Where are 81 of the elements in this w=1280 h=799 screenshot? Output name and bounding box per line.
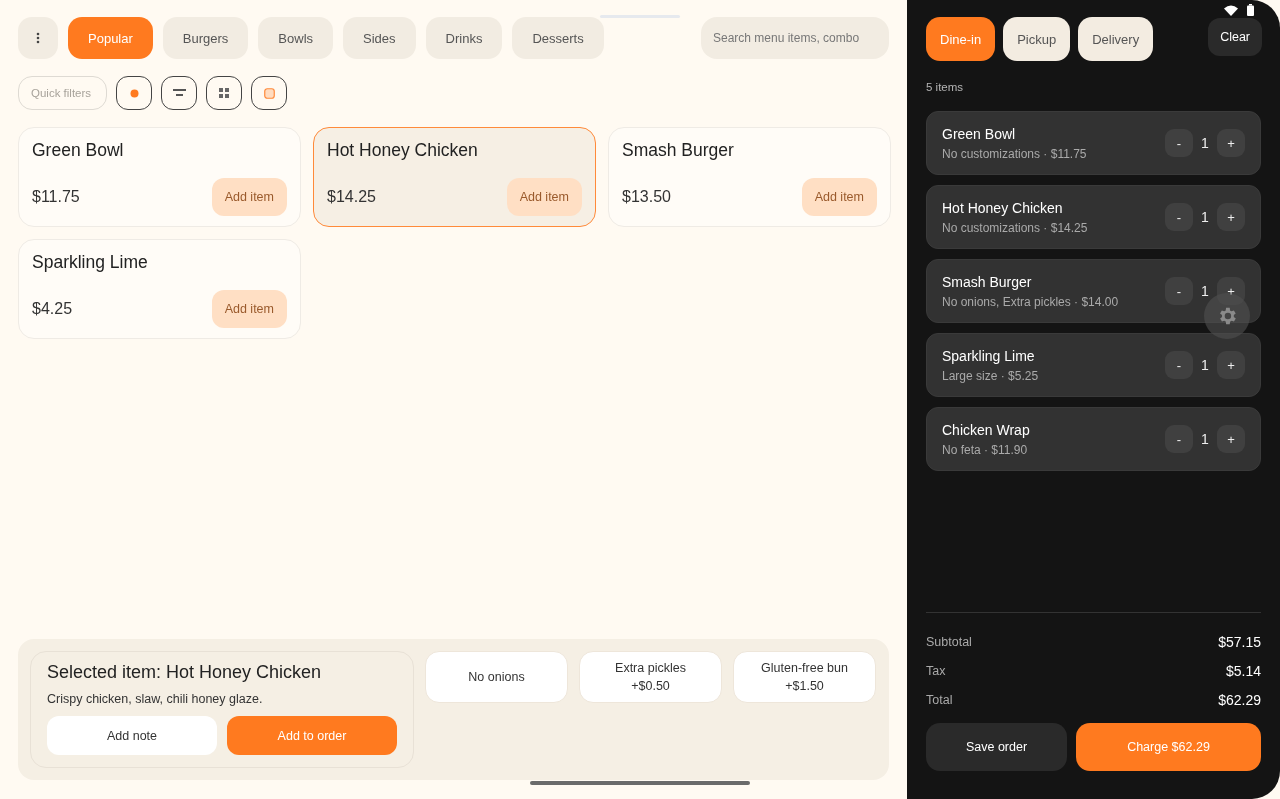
line-item-name: Hot Honey Chicken xyxy=(942,199,1064,216)
line-item-detail: Large size · $5.25 xyxy=(942,368,1040,383)
decrease-button[interactable]: - xyxy=(1165,425,1193,453)
line-item-name: Chicken Wrap xyxy=(942,421,1031,438)
dot-icon xyxy=(129,88,139,98)
increase-button[interactable]: + xyxy=(1217,129,1245,157)
search-field[interactable]: Search menu items, combo xyxy=(701,17,889,59)
category-tab[interactable]: Sides xyxy=(343,17,416,59)
category-tab[interactable]: Burgers xyxy=(162,17,249,59)
add-item-button[interactable]: Add item xyxy=(211,290,287,328)
line-item-detail: No customizations · $14.25 xyxy=(942,220,1089,235)
add-item-button[interactable]: Add item xyxy=(506,178,582,216)
increase-button[interactable]: + xyxy=(1217,203,1245,231)
category-tab[interactable]: Desserts xyxy=(512,17,604,59)
line-item-detail: No onions, Extra pickles · $14.00 xyxy=(942,294,1120,309)
option-button[interactable]: Gluten-free bun +$1.50 xyxy=(733,651,876,703)
filter-button[interactable] xyxy=(161,76,197,110)
total-value: $62.29 xyxy=(1218,691,1261,708)
selected-item-title: Selected item: Hot Honey Chicken xyxy=(47,662,323,683)
menu-item-card[interactable]: Green Bowl $11.75 Add item xyxy=(18,127,301,227)
increase-button[interactable]: + xyxy=(1217,425,1245,453)
order-line-card[interactable]: Green Bowl No customizations · $11.75 - 1 + xyxy=(926,111,1261,175)
option-button[interactable]: No onions xyxy=(425,651,568,703)
item-name: Smash Burger xyxy=(622,140,735,161)
quick-filters-field[interactable]: Quick filters xyxy=(18,76,107,110)
add-item-button[interactable]: Add item xyxy=(211,178,287,216)
menu-item-card[interactable]: Hot Honey Chicken $14.25 Add item xyxy=(313,127,596,227)
increase-button[interactable]: + xyxy=(1217,351,1245,379)
order-line-card[interactable]: Sparkling Lime Large size · $5.25 - 1 + xyxy=(926,333,1261,397)
item-name: Hot Honey Chicken xyxy=(327,140,479,161)
filter-button[interactable] xyxy=(206,76,242,110)
item-price: $4.25 xyxy=(32,300,73,318)
lines-icon xyxy=(172,89,186,97)
increase-button[interactable]: + xyxy=(1217,277,1245,305)
item-price: $13.50 xyxy=(622,188,671,206)
item-price: $14.25 xyxy=(327,188,376,206)
clear-button[interactable]: Clear xyxy=(1208,18,1262,56)
decrease-button[interactable]: - xyxy=(1165,277,1193,305)
quantity: 1 xyxy=(1200,209,1210,225)
grid-icon xyxy=(219,88,229,98)
more-icon xyxy=(36,32,40,44)
category-tab[interactable]: Bowls xyxy=(258,17,334,59)
quantity: 1 xyxy=(1200,283,1210,299)
line-item-detail: No customizations · $11.75 xyxy=(942,146,1088,161)
filter-button[interactable] xyxy=(116,76,152,110)
category-tab[interactable]: Drinks xyxy=(425,17,503,59)
total-value: $5.14 xyxy=(1225,662,1261,679)
decrease-button[interactable]: - xyxy=(1165,351,1193,379)
item-name: Sparkling Lime xyxy=(32,252,149,273)
add-item-button[interactable]: Add item xyxy=(801,178,877,216)
total-label: Total xyxy=(926,692,953,707)
save-order-button[interactable]: Save order xyxy=(926,723,1067,771)
quantity: 1 xyxy=(1200,431,1210,447)
quantity: 1 xyxy=(1200,135,1210,151)
total-label: Tax xyxy=(926,663,946,678)
square-icon xyxy=(263,87,275,99)
item-name: Green Bowl xyxy=(32,140,125,161)
order-mode-tab[interactable]: Pickup xyxy=(1003,17,1071,61)
total-label: Subtotal xyxy=(926,634,972,649)
order-line-card[interactable]: Chicken Wrap No feta · $11.90 - 1 + xyxy=(926,407,1261,471)
item-description: Crispy chicken, slaw, chili honey glaze. xyxy=(47,692,264,706)
item-count: 5 items xyxy=(926,81,965,93)
decrease-button[interactable]: - xyxy=(1165,129,1193,157)
total-value: $57.15 xyxy=(1218,633,1261,650)
line-item-name: Sparkling Lime xyxy=(942,347,1036,364)
order-line-card[interactable]: Smash Burger No onions, Extra pickles · $14.00 - 1 + xyxy=(926,259,1261,323)
decrease-button[interactable]: - xyxy=(1165,203,1193,231)
line-item-name: Smash Burger xyxy=(942,273,1033,290)
order-line-card[interactable]: Hot Honey Chicken No customizations · $14.25 - 1 + xyxy=(926,185,1261,249)
menu-item-card[interactable]: Smash Burger $13.50 Add item xyxy=(608,127,891,227)
item-price: $11.75 xyxy=(32,188,80,206)
add-note-button[interactable]: Add note xyxy=(47,716,217,755)
wifi-icon xyxy=(1224,4,1238,16)
filter-button[interactable] xyxy=(251,76,287,110)
line-item-name: Green Bowl xyxy=(942,125,1017,142)
option-button[interactable]: Extra pickles +$0.50 xyxy=(579,651,722,703)
order-mode-tab[interactable]: Delivery xyxy=(1078,17,1154,61)
line-item-detail: No feta · $11.90 xyxy=(942,442,1029,457)
menu-item-card[interactable]: Sparkling Lime $4.25 Add item xyxy=(18,239,301,339)
quantity: 1 xyxy=(1200,357,1210,373)
battery-icon xyxy=(1247,4,1254,16)
